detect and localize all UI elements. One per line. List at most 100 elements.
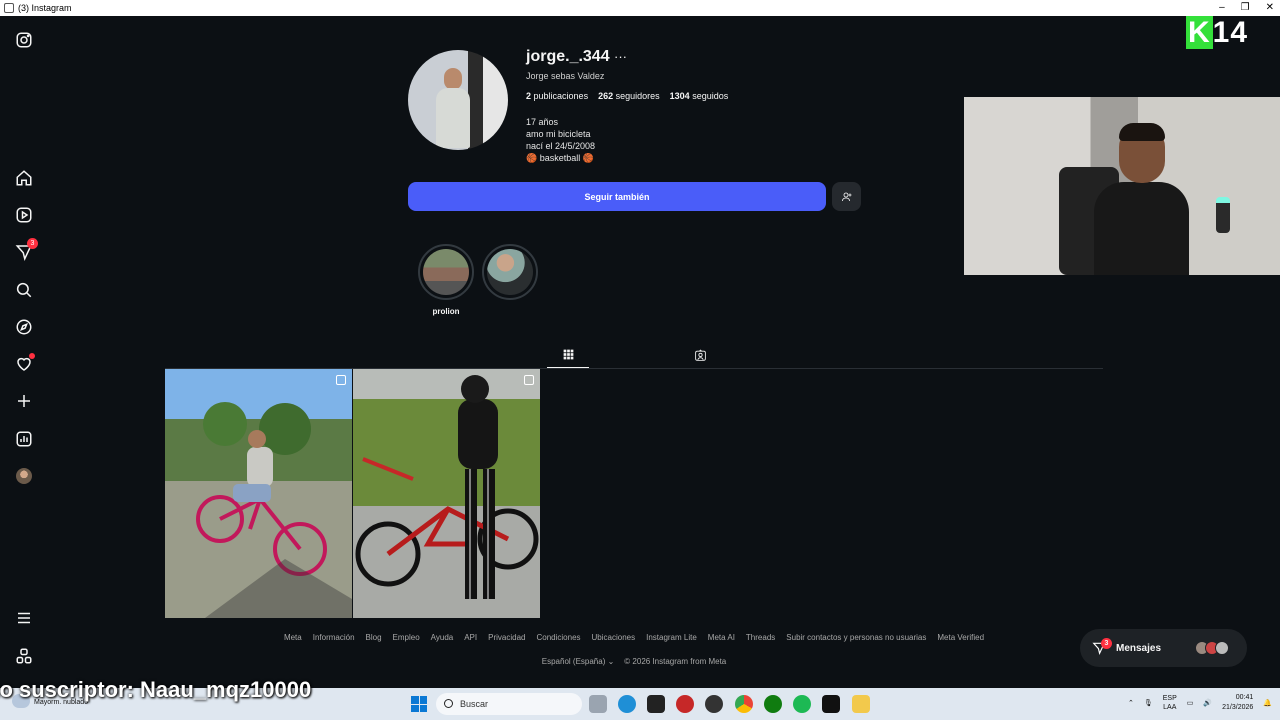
- window-titlebar: (3) Instagram – ❐ ✕: [0, 0, 1280, 16]
- stream-logo: K14: [1186, 16, 1249, 49]
- task-view-icon[interactable]: [589, 695, 607, 713]
- post-thumbnail[interactable]: [353, 369, 540, 618]
- footer-link[interactable]: Meta Verified: [937, 633, 984, 642]
- language-select[interactable]: Español (España) ⌄: [542, 657, 615, 666]
- messages-avatars: [1195, 641, 1229, 655]
- webcam-person-hair: [1119, 123, 1165, 141]
- bio-line: 🏀 basketball 🏀: [526, 153, 594, 163]
- chrome-icon[interactable]: [735, 695, 753, 713]
- footer-link[interactable]: Subir contactos y personas no usuarias: [786, 633, 926, 642]
- carousel-icon: [524, 375, 534, 385]
- close-button[interactable]: ✕: [1266, 0, 1274, 16]
- notification-bell-icon[interactable]: 🔔: [1263, 699, 1272, 707]
- following-stat[interactable]: 1304 seguidos: [670, 91, 729, 101]
- posts-stat: 2 publicaciones: [526, 91, 589, 101]
- home-icon[interactable]: [14, 168, 34, 188]
- restore-button[interactable]: ❐: [1241, 0, 1250, 16]
- messages-icon[interactable]: 3: [14, 238, 38, 262]
- system-tray: ⌃ 🎙 ESP LAA ▭ 🔊 00:41 21/3/2026 🔔: [1128, 693, 1272, 713]
- profile-bio: 17 años amo mi bicicleta nací el 24/5/20…: [526, 116, 595, 164]
- app-red-icon[interactable]: [676, 695, 694, 713]
- search-icon[interactable]: [14, 280, 34, 300]
- minimize-button[interactable]: –: [1219, 0, 1225, 16]
- edge-icon[interactable]: [618, 695, 636, 713]
- post-image-bike-standing: [355, 375, 539, 599]
- xbox-icon[interactable]: [764, 695, 782, 713]
- notifications-icon[interactable]: [14, 353, 35, 374]
- webcam-person-body: [1094, 182, 1189, 275]
- date: 21/3/2026: [1222, 704, 1254, 711]
- time: 00:41: [1235, 694, 1254, 701]
- menu-icon[interactable]: [14, 608, 34, 628]
- tagged-icon: [694, 348, 706, 361]
- footer-link[interactable]: API: [464, 633, 477, 642]
- search-icon: [444, 699, 453, 708]
- avatar: [1215, 641, 1229, 655]
- tab-tagged[interactable]: [679, 342, 721, 368]
- followers-stat[interactable]: 262 seguidores: [598, 91, 660, 101]
- messages-pill-button[interactable]: 3 Mensajes: [1080, 629, 1247, 667]
- instagram-app: 3 jorge._.344 ··· Jorge sebas Valdez 2 p…: [0, 16, 1280, 688]
- microphone-icon[interactable]: 🎙: [1144, 699, 1153, 707]
- add-user-icon: [841, 192, 851, 201]
- messages-badge: 3: [27, 238, 38, 249]
- capcut-icon[interactable]: [822, 695, 840, 713]
- dashboard-icon[interactable]: [14, 429, 34, 449]
- footer-link[interactable]: Meta AI: [708, 633, 735, 642]
- footer-link[interactable]: Blog: [366, 633, 382, 642]
- window-controls: – ❐ ✕: [1219, 0, 1274, 16]
- spotify-icon[interactable]: [793, 695, 811, 713]
- file-explorer-icon[interactable]: [852, 695, 870, 713]
- start-button[interactable]: [411, 696, 427, 712]
- suggested-users-button[interactable]: [832, 182, 861, 211]
- network-icon[interactable]: ▭: [1187, 699, 1194, 707]
- stream-ticker: no suscriptor: Naau_mqz10000: [0, 677, 312, 702]
- webcam-overlay: [964, 97, 1280, 275]
- footer-link[interactable]: Meta: [284, 633, 302, 642]
- bio-line: amo mi bicicleta: [526, 129, 591, 139]
- input-language[interactable]: ESP LAA: [1163, 694, 1177, 712]
- footer-link[interactable]: Información: [313, 633, 355, 642]
- highlight-cover: [487, 249, 533, 295]
- tab-posts[interactable]: [547, 342, 589, 368]
- webcam-microphone: [1216, 197, 1230, 233]
- messages-pill-badge: 3: [1101, 638, 1112, 649]
- clock[interactable]: 00:41 21/3/2026: [1222, 693, 1253, 713]
- follow-back-button[interactable]: Seguir también: [408, 182, 826, 211]
- game-app-icon[interactable]: [647, 695, 665, 713]
- profile-picture-head: [444, 68, 462, 90]
- footer-link[interactable]: Instagram Lite: [646, 633, 697, 642]
- profile-picture-body: [436, 88, 470, 148]
- footer-link[interactable]: Privacidad: [488, 633, 525, 642]
- bio-line: 17 años: [526, 117, 559, 127]
- app-icon: [4, 3, 14, 13]
- volume-icon[interactable]: 🔊: [1203, 699, 1212, 707]
- profile-username: jorge._.344: [526, 48, 610, 65]
- notifications-dot: [29, 353, 35, 359]
- copyright: © 2026 Instagram from Meta: [624, 657, 727, 666]
- profile-avatar[interactable]: [14, 466, 34, 486]
- profile-full-name: Jorge sebas Valdez: [526, 71, 605, 81]
- instagram-taskbar-icon[interactable]: [705, 695, 723, 713]
- footer-link[interactable]: Condiciones: [536, 633, 580, 642]
- chevron-up-icon[interactable]: ⌃: [1128, 699, 1134, 707]
- post-thumbnail[interactable]: [165, 369, 352, 618]
- more-options-button[interactable]: ···: [614, 49, 627, 64]
- story-highlight-prolion[interactable]: [418, 244, 474, 300]
- footer-link[interactable]: Ayuda: [431, 633, 454, 642]
- profile-picture[interactable]: [408, 50, 508, 150]
- instagram-logo-icon[interactable]: [14, 30, 34, 50]
- profile-stats: 2 publicaciones 262 seguidores 1304 segu…: [526, 91, 728, 101]
- create-icon[interactable]: [14, 391, 34, 411]
- footer-link[interactable]: Ubicaciones: [592, 633, 636, 642]
- reels-icon[interactable]: [14, 205, 34, 225]
- highlight-label: prolion: [432, 307, 460, 316]
- explore-icon[interactable]: [14, 317, 34, 337]
- bio-line: nací el 24/5/2008: [526, 141, 596, 151]
- avatar: [16, 468, 32, 484]
- footer-link[interactable]: Empleo: [393, 633, 420, 642]
- search-placeholder: Buscar: [460, 699, 489, 709]
- footer-link[interactable]: Threads: [746, 633, 775, 642]
- taskbar-search[interactable]: Buscar: [436, 693, 582, 715]
- story-highlight-2[interactable]: [482, 244, 538, 300]
